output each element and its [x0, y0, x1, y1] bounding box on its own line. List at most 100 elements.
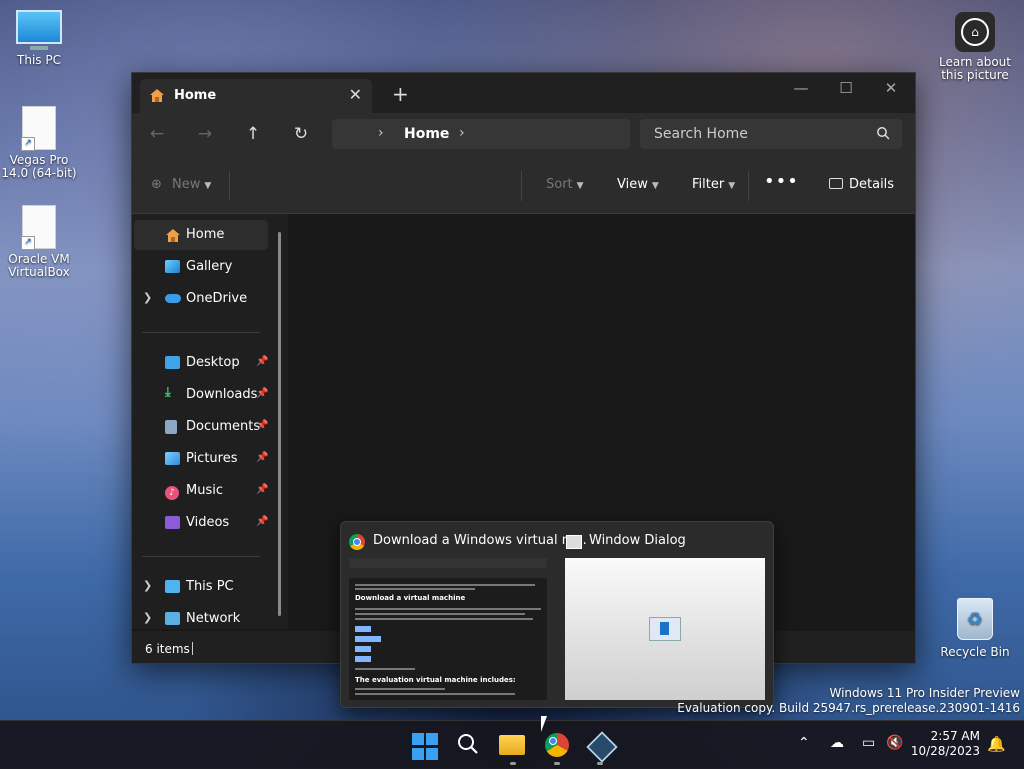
- preview-text-line: [355, 613, 525, 615]
- view-button[interactable]: View ▼: [617, 177, 659, 192]
- pin-icon[interactable]: 📌: [256, 388, 268, 399]
- sidebar-item-videos[interactable]: Videos 📌: [134, 508, 268, 538]
- preview-text-line: [355, 584, 535, 586]
- sort-button[interactable]: Sort ▼: [546, 177, 584, 192]
- sidebar-scrollbar[interactable]: [278, 232, 281, 616]
- pin-icon[interactable]: 📌: [256, 516, 268, 527]
- pin-icon[interactable]: 📌: [256, 484, 268, 495]
- system-clock[interactable]: 2:57 AM 10/28/2023: [911, 729, 980, 759]
- virtualbox-icon: [586, 731, 618, 763]
- sidebar-divider: [142, 556, 260, 557]
- chevron-right-icon[interactable]: ›: [459, 125, 465, 141]
- desktop-icon-label: This PC: [17, 53, 61, 67]
- close-window-button[interactable]: ✕: [874, 79, 908, 97]
- start-button[interactable]: [412, 733, 440, 761]
- forward-button[interactable]: →: [194, 124, 216, 144]
- chevron-up-icon[interactable]: ⌃: [798, 735, 810, 751]
- desktop-icon-label: Learn about this picture: [939, 55, 1011, 82]
- pictures-icon: [165, 452, 180, 469]
- filter-button[interactable]: Filter ▼: [692, 177, 735, 192]
- window-dialog-icon: [566, 535, 582, 549]
- sidebar-item-gallery[interactable]: Gallery: [134, 252, 268, 282]
- minimize-button[interactable]: —: [784, 79, 818, 97]
- new-button[interactable]: ⊕ New ▼: [151, 177, 211, 192]
- navigation-pane: Home Gallery ❯ OneDrive Desktop 📌 ⤓ Down…: [132, 214, 288, 629]
- sidebar-item-desktop[interactable]: Desktop 📌: [134, 348, 268, 378]
- toolbar-divider: [229, 171, 230, 201]
- desktop-icon-recycle-bin[interactable]: ♻ Recycle Bin: [936, 598, 1014, 659]
- file-shortcut-icon: ↗: [21, 106, 56, 151]
- new-tab-button[interactable]: +: [392, 82, 409, 106]
- sidebar-item-downloads[interactable]: ⤓ Downloads 📌: [134, 380, 268, 410]
- chevron-right-icon[interactable]: ❯: [143, 579, 152, 592]
- onedrive-icon: [165, 292, 181, 307]
- desktop-icon-label: Oracle VM VirtualBox: [8, 252, 70, 279]
- onedrive-tray-icon[interactable]: ☁: [830, 735, 844, 751]
- clock-date: 10/28/2023: [910, 744, 980, 758]
- running-indicator: [597, 762, 603, 765]
- home-icon: [165, 228, 181, 247]
- sidebar-item-network[interactable]: ❯ Network: [134, 604, 268, 634]
- desktop-icon-this-pc[interactable]: This PC: [1, 10, 77, 67]
- back-button[interactable]: ←: [146, 124, 168, 144]
- chevron-down-icon: ▼: [204, 181, 212, 191]
- tab-home[interactable]: Home ✕: [140, 79, 372, 113]
- sidebar-divider: [142, 332, 260, 333]
- chrome-icon: [349, 534, 365, 550]
- pin-icon[interactable]: 📌: [256, 452, 268, 463]
- thumbnail-title-chrome: Download a Windows virtual m...: [373, 533, 587, 548]
- chevron-right-icon: ›: [378, 125, 384, 141]
- plus-circle-icon: ⊕: [151, 177, 162, 192]
- notification-bell-icon[interactable]: 🔔: [987, 735, 1006, 753]
- search-icon: [458, 734, 478, 754]
- details-button[interactable]: Details: [829, 177, 894, 192]
- sidebar-item-documents[interactable]: Documents 📌: [134, 412, 268, 442]
- desktop-icon-virtualbox[interactable]: ↗ Oracle VM VirtualBox: [1, 205, 77, 279]
- up-button[interactable]: ↑: [242, 124, 264, 144]
- music-icon: ♪: [165, 484, 179, 500]
- pin-icon[interactable]: 📌: [256, 356, 268, 367]
- navigation-bar: ← → ↑ ↻ › Home › Search Home: [132, 113, 915, 157]
- close-tab-icon[interactable]: ✕: [349, 85, 362, 104]
- computer-icon: [16, 10, 62, 50]
- videos-icon: [165, 516, 180, 533]
- search-icon: [876, 126, 890, 144]
- watermark-line-2: Evaluation copy. Build 25947.rs_prerelea…: [677, 701, 1020, 715]
- sidebar-item-onedrive[interactable]: ❯ OneDrive: [134, 284, 268, 314]
- preview-button: [355, 626, 371, 632]
- chevron-down-icon: ▼: [728, 181, 736, 191]
- chevron-right-icon[interactable]: ❯: [143, 611, 152, 624]
- file-explorer-taskbar-button[interactable]: [499, 731, 527, 759]
- gallery-icon: [165, 260, 180, 277]
- virtualbox-taskbar-button[interactable]: [586, 731, 618, 763]
- refresh-button[interactable]: ↻: [290, 124, 312, 144]
- desktop-icon-learn-about-picture[interactable]: ⌂ Learn about this picture: [936, 12, 1014, 82]
- sidebar-item-this-pc[interactable]: ❯ This PC: [134, 572, 268, 602]
- toolbar-divider: [521, 171, 522, 201]
- chevron-down-icon: ▼: [651, 181, 659, 191]
- preview-button: [355, 646, 371, 652]
- dialog-preview-icon: [649, 617, 681, 641]
- breadcrumb-home[interactable]: Home: [404, 126, 449, 142]
- maximize-button[interactable]: ☐: [829, 79, 863, 97]
- volume-muted-icon[interactable]: 🔇: [886, 735, 903, 751]
- search-input[interactable]: Search Home: [640, 119, 902, 149]
- preview-heading: The evaluation virtual machine includes:: [355, 676, 516, 684]
- address-bar[interactable]: › Home ›: [332, 119, 630, 149]
- search-button[interactable]: [455, 731, 483, 759]
- thumbnail-window-dialog[interactable]: [565, 558, 765, 700]
- learn-picture-icon: ⌂: [955, 12, 995, 52]
- pin-icon[interactable]: 📌: [256, 420, 268, 431]
- sidebar-item-music[interactable]: ♪ Music 📌: [134, 476, 268, 506]
- chevron-right-icon[interactable]: ❯: [143, 291, 152, 304]
- chrome-taskbar-button[interactable]: [543, 731, 571, 759]
- preview-button: [355, 656, 371, 662]
- desktop-icon-vegas-pro[interactable]: ↗ Vegas Pro 14.0 (64-bit): [1, 106, 77, 180]
- thumbnail-chrome-window[interactable]: Download a virtual machine The evaluatio…: [349, 558, 547, 700]
- more-options-icon[interactable]: •••: [764, 171, 799, 192]
- home-icon: [149, 88, 165, 107]
- sidebar-item-pictures[interactable]: Pictures 📌: [134, 444, 268, 474]
- pc-icon: [165, 580, 180, 597]
- sidebar-item-home[interactable]: Home: [134, 220, 268, 250]
- network-tray-icon[interactable]: ▭: [862, 735, 875, 751]
